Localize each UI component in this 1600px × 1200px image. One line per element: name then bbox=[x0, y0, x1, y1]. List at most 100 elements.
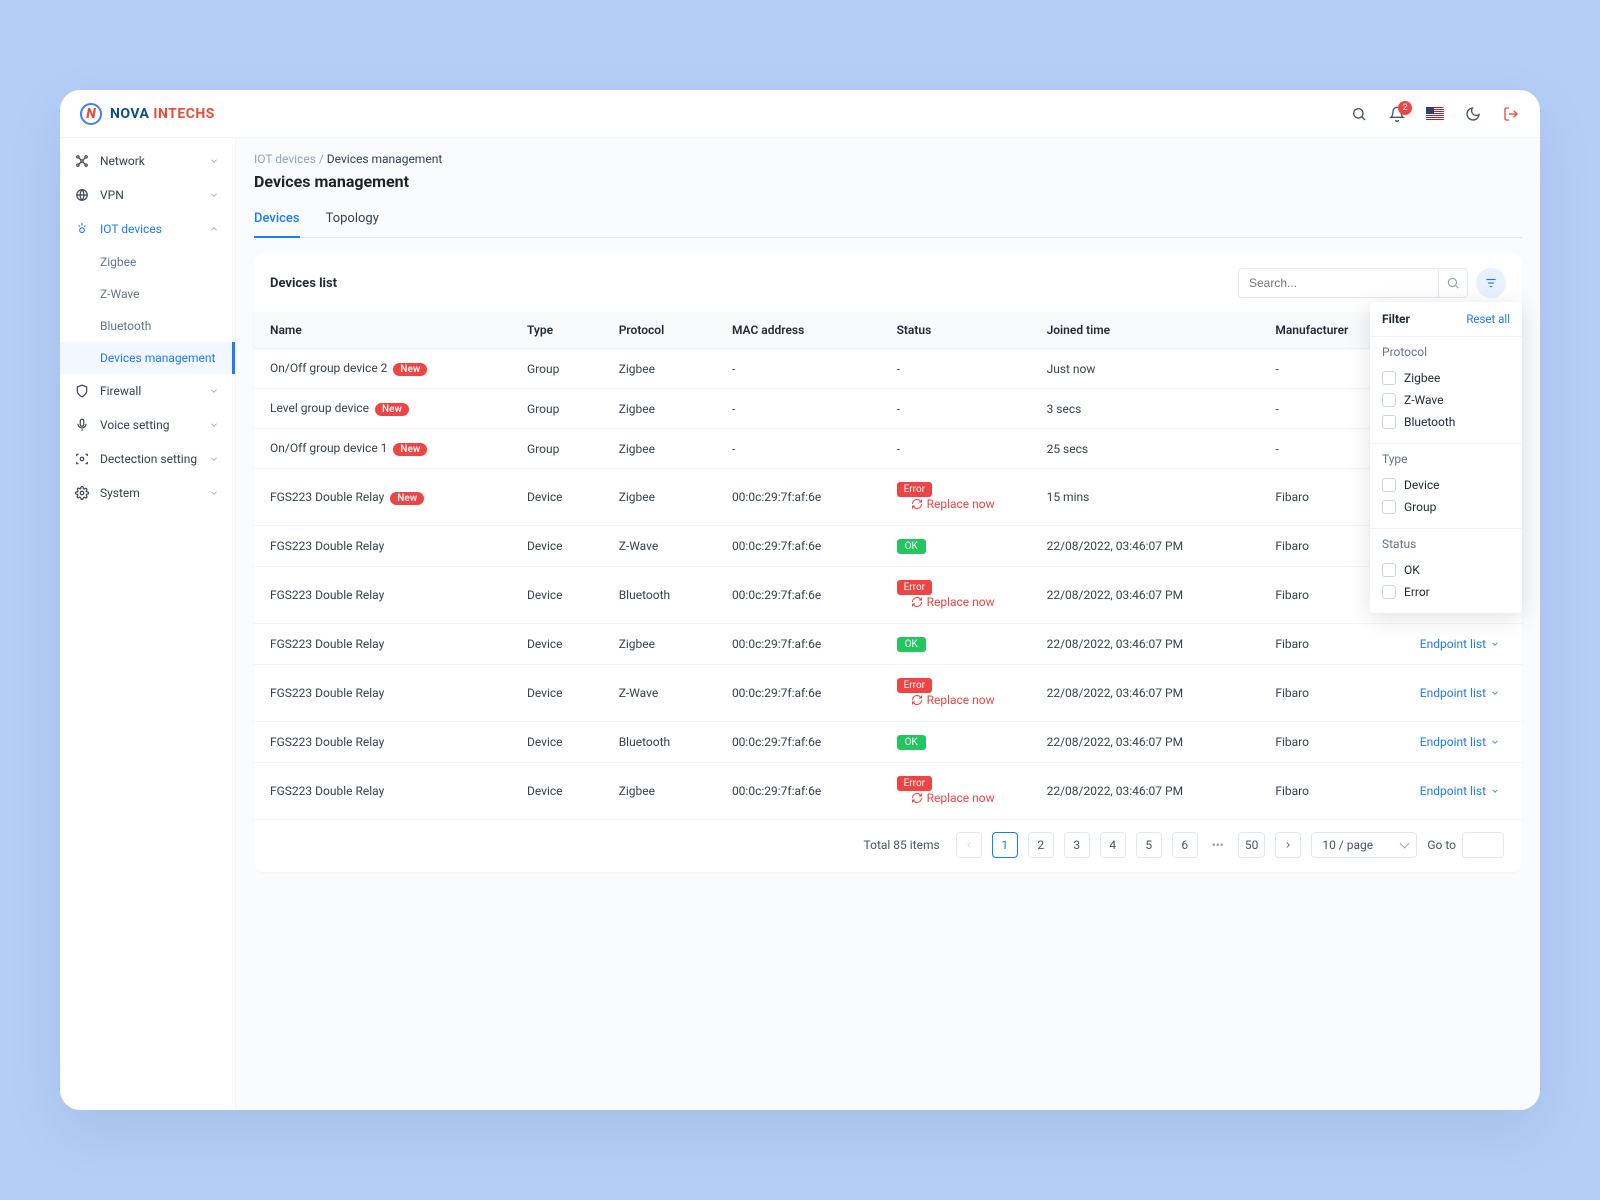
replace-now-button[interactable]: Replace now bbox=[911, 595, 995, 609]
cell-mac: 00:0c:29:7f:af:6e bbox=[716, 763, 881, 820]
cell-mac: 00:0c:29:7f:af:6e bbox=[716, 526, 881, 567]
chevron-down-icon bbox=[209, 155, 221, 167]
col-name: Name bbox=[254, 312, 511, 349]
new-badge: New bbox=[393, 363, 427, 376]
page-last[interactable]: 50 bbox=[1238, 832, 1266, 858]
checkbox-icon[interactable] bbox=[1382, 393, 1396, 407]
header-actions: 2 bbox=[1350, 105, 1520, 123]
theme-toggle-icon[interactable] bbox=[1464, 105, 1482, 123]
filter-option[interactable]: Zigbee bbox=[1382, 367, 1510, 389]
page-3[interactable]: 3 bbox=[1064, 832, 1090, 858]
filter-option-label: Zigbee bbox=[1404, 371, 1440, 385]
filter-option[interactable]: OK bbox=[1382, 559, 1510, 581]
sidebar-item-network[interactable]: Network bbox=[60, 144, 235, 178]
logo-mark-icon: N bbox=[80, 103, 102, 125]
search-icon[interactable] bbox=[1350, 105, 1368, 123]
cell-actions: Endpoint list bbox=[1402, 665, 1522, 722]
checkbox-icon[interactable] bbox=[1382, 478, 1396, 492]
page-1[interactable]: 1 bbox=[992, 832, 1018, 858]
checkbox-icon[interactable] bbox=[1382, 415, 1396, 429]
endpoint-list-button[interactable]: Endpoint list bbox=[1420, 735, 1500, 749]
status-badge: Error bbox=[897, 482, 932, 497]
endpoint-list-button[interactable]: Endpoint list bbox=[1420, 637, 1500, 651]
notif-badge: 2 bbox=[1398, 101, 1412, 115]
logo[interactable]: N NOVA INTECHS bbox=[80, 103, 215, 125]
sidebar-item-vpn[interactable]: VPN bbox=[60, 178, 235, 212]
page-prev[interactable] bbox=[956, 832, 982, 858]
cell-joined: 22/08/2022, 03:46:07 PM bbox=[1031, 526, 1260, 567]
shield-icon bbox=[74, 383, 90, 399]
page-6[interactable]: 6 bbox=[1172, 832, 1198, 858]
cell-status: - bbox=[881, 349, 1031, 389]
sidebar-item-zigbee[interactable]: Zigbee bbox=[60, 246, 235, 278]
tab-topology[interactable]: Topology bbox=[326, 203, 379, 237]
search-wrap bbox=[1238, 268, 1468, 298]
cell-mac: - bbox=[716, 389, 881, 429]
replace-now-button[interactable]: Replace now bbox=[911, 693, 995, 707]
cell-mac: 00:0c:29:7f:af:6e bbox=[716, 665, 881, 722]
sidebar-item-zwave[interactable]: Z-Wave bbox=[60, 278, 235, 310]
cell-protocol: Z-Wave bbox=[603, 526, 716, 567]
goto-input[interactable] bbox=[1462, 832, 1504, 858]
page-2[interactable]: 2 bbox=[1028, 832, 1054, 858]
filter-option[interactable]: Error bbox=[1382, 581, 1510, 603]
page-5[interactable]: 5 bbox=[1136, 832, 1162, 858]
bell-icon[interactable]: 2 bbox=[1388, 105, 1406, 123]
sidebar-item-firewall[interactable]: Firewall bbox=[60, 374, 235, 408]
filter-button[interactable] bbox=[1476, 268, 1506, 298]
search-button[interactable] bbox=[1438, 268, 1468, 298]
col-mac: MAC address bbox=[716, 312, 881, 349]
cell-joined: 22/08/2022, 03:46:07 PM bbox=[1031, 722, 1260, 763]
cell-status: ErrorReplace now bbox=[881, 469, 1031, 526]
cell-type: Group bbox=[511, 429, 603, 469]
cell-name: On/Off group device 1New bbox=[254, 429, 511, 469]
cell-mac: 00:0c:29:7f:af:6e bbox=[716, 567, 881, 624]
filter-option-label: Error bbox=[1404, 585, 1430, 599]
breadcrumb-root[interactable]: IOT devices bbox=[254, 152, 316, 166]
filter-option[interactable]: Bluetooth bbox=[1382, 411, 1510, 433]
sidebar-item-voice[interactable]: Voice setting bbox=[60, 408, 235, 442]
cell-actions: Endpoint list bbox=[1402, 722, 1522, 763]
search-input[interactable] bbox=[1238, 268, 1438, 298]
checkbox-icon[interactable] bbox=[1382, 500, 1396, 514]
filter-title: Filter bbox=[1382, 312, 1410, 326]
filter-option[interactable]: Z-Wave bbox=[1382, 389, 1510, 411]
filter-option-label: Device bbox=[1404, 478, 1440, 492]
filter-option[interactable]: Group bbox=[1382, 496, 1510, 518]
tab-devices[interactable]: Devices bbox=[254, 203, 300, 238]
col-status: Status bbox=[881, 312, 1031, 349]
page-size-select[interactable]: 10 / page bbox=[1311, 832, 1417, 858]
status-badge: OK bbox=[897, 637, 926, 652]
sidebar-item-system[interactable]: System bbox=[60, 476, 235, 510]
checkbox-icon[interactable] bbox=[1382, 585, 1396, 599]
chevron-down-icon bbox=[1490, 639, 1500, 649]
cell-name: FGS223 Double Relay bbox=[254, 526, 511, 567]
cell-type: Device bbox=[511, 526, 603, 567]
cell-protocol: Z-Wave bbox=[603, 665, 716, 722]
filter-reset-button[interactable]: Reset all bbox=[1466, 312, 1510, 326]
sidebar-item-bluetooth[interactable]: Bluetooth bbox=[60, 310, 235, 342]
page-next[interactable] bbox=[1275, 832, 1301, 858]
cell-protocol: Zigbee bbox=[603, 763, 716, 820]
checkbox-icon[interactable] bbox=[1382, 563, 1396, 577]
replace-now-button[interactable]: Replace now bbox=[911, 791, 995, 805]
endpoint-list-button[interactable]: Endpoint list bbox=[1420, 686, 1500, 700]
logout-icon[interactable] bbox=[1502, 105, 1520, 123]
replace-now-button[interactable]: Replace now bbox=[911, 497, 995, 511]
checkbox-icon[interactable] bbox=[1382, 371, 1396, 385]
cell-manuf: Fibaro bbox=[1259, 763, 1402, 820]
scan-icon bbox=[74, 451, 90, 467]
page-title: Devices management bbox=[254, 172, 1522, 191]
page-4[interactable]: 4 bbox=[1100, 832, 1126, 858]
table-row: FGS223 Double RelayDeviceZ-Wave00:0c:29:… bbox=[254, 526, 1522, 567]
filter-option[interactable]: Device bbox=[1382, 474, 1510, 496]
locale-flag-icon[interactable] bbox=[1426, 105, 1444, 123]
globe-icon bbox=[74, 187, 90, 203]
cell-type: Device bbox=[511, 624, 603, 665]
sidebar-item-iot[interactable]: IOT devices bbox=[60, 212, 235, 246]
sidebar-item-detection[interactable]: Dectection setting bbox=[60, 442, 235, 476]
endpoint-list-button[interactable]: Endpoint list bbox=[1420, 784, 1500, 798]
sidebar-item-devices-management[interactable]: Devices management bbox=[60, 342, 235, 374]
sidebar: Network VPN IOT devices Zigbee Z-Wave Bl… bbox=[60, 138, 236, 1110]
table-row: FGS223 Double RelayDeviceBluetooth00:0c:… bbox=[254, 567, 1522, 624]
